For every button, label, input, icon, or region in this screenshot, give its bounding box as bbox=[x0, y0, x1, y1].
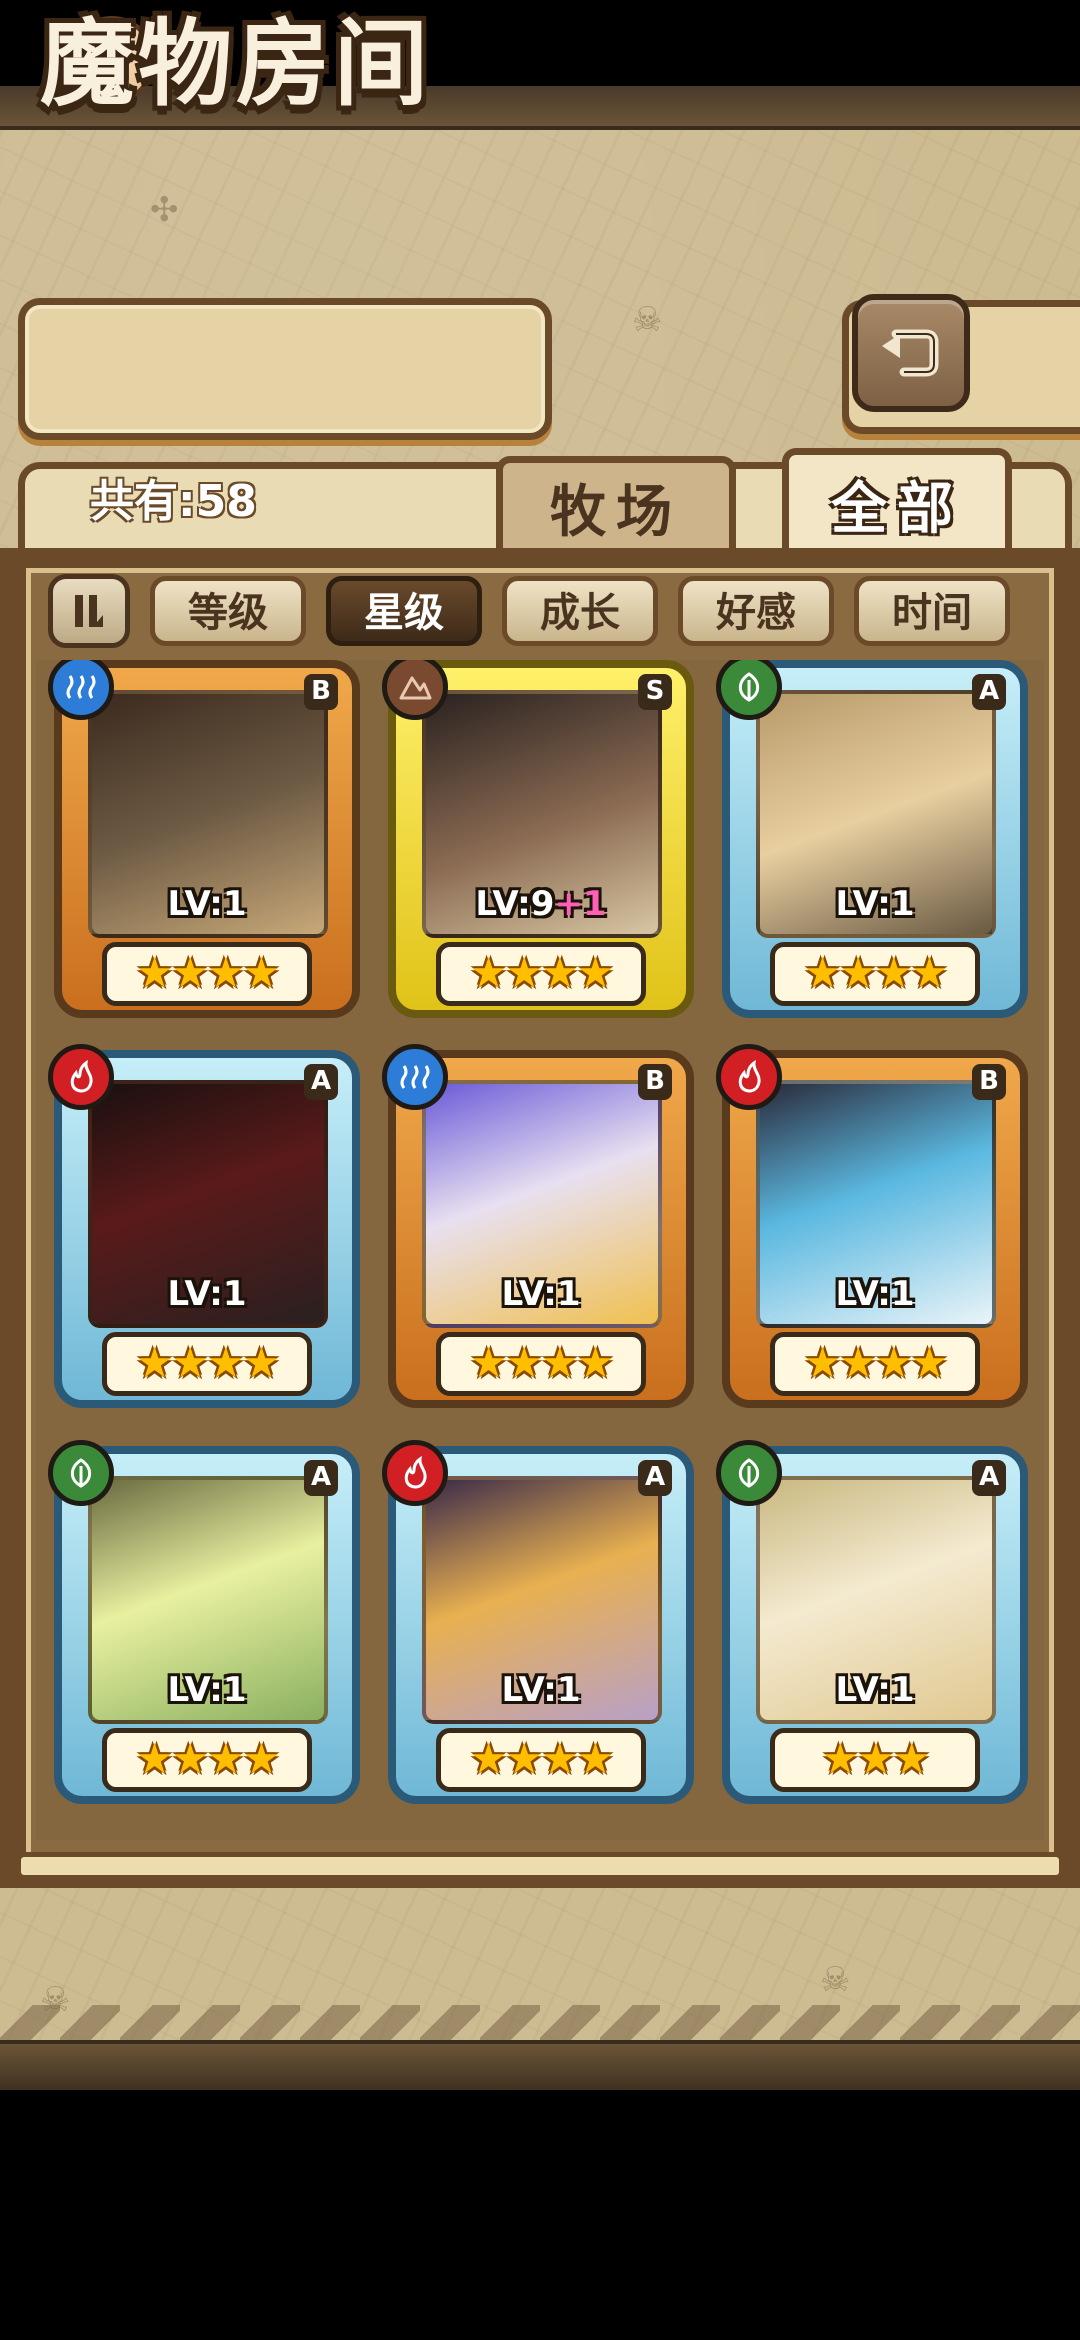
star-rating: ★★★★ bbox=[436, 1728, 646, 1792]
water-element-icon bbox=[382, 1044, 448, 1110]
monster-card[interactable]: A LV:1 ★★★★ bbox=[382, 1440, 694, 1804]
filter-growth-button[interactable]: 成长 bbox=[502, 576, 658, 646]
rank-badge: B bbox=[972, 1064, 1006, 1100]
level-value: LV:1 bbox=[167, 1274, 247, 1314]
filter-level-button[interactable]: 等级 bbox=[150, 576, 306, 646]
rank-badge: A bbox=[638, 1460, 672, 1496]
skull-icon: ☠ bbox=[632, 300, 663, 340]
page-title: 魔物房间 bbox=[40, 9, 433, 119]
monster-grid: B LV:1 ★★★★ S LV:9+1 ★★★★ A LV:1 ★★★★ A … bbox=[36, 660, 1044, 1840]
rank-badge: S bbox=[638, 674, 672, 710]
monster-card[interactable]: A LV:1 ★★★★ bbox=[48, 1044, 360, 1408]
rank-badge: A bbox=[972, 674, 1006, 710]
monster-level: LV:1 bbox=[730, 1274, 1020, 1314]
monster-count: 共有:58 bbox=[90, 476, 257, 527]
rank-badge: A bbox=[972, 1460, 1006, 1496]
star-rating: ★★★★ bbox=[770, 1332, 980, 1396]
level-value: LV:1 bbox=[167, 884, 247, 924]
star-rating: ★★★★ bbox=[102, 1332, 312, 1396]
monster-level: LV:1 bbox=[62, 884, 352, 924]
monster-level: LV:1 bbox=[396, 1274, 686, 1314]
tab-farm[interactable]: 牧场 bbox=[496, 456, 736, 556]
monster-card[interactable]: S LV:9+1 ★★★★ bbox=[382, 660, 694, 1018]
monster-level: LV:1 bbox=[62, 1274, 352, 1314]
level-value: LV:1 bbox=[501, 1274, 581, 1314]
monster-level: LV:1 bbox=[730, 884, 1020, 924]
level-value: LV:1 bbox=[835, 1274, 915, 1314]
rank-badge: A bbox=[304, 1064, 338, 1100]
star-rating: ★★★★ bbox=[436, 1332, 646, 1396]
sort-toggle-icon bbox=[75, 595, 103, 627]
grass-element-icon bbox=[716, 1440, 782, 1506]
tab-all[interactable]: 全部 bbox=[782, 448, 1012, 558]
star-rating: ★★★★ bbox=[102, 1728, 312, 1792]
title-plate bbox=[18, 298, 552, 440]
list-bottom-bar bbox=[16, 1852, 1064, 1880]
level-value: LV:1 bbox=[167, 1670, 247, 1710]
compass-icon: ✣ bbox=[150, 190, 179, 230]
monster-card[interactable]: B LV:1 ★★★★ bbox=[382, 1044, 694, 1408]
level-value: LV:1 bbox=[835, 1670, 915, 1710]
filter-time-button[interactable]: 时间 bbox=[854, 576, 1010, 646]
monster-level: LV:1 bbox=[396, 1670, 686, 1710]
monster-card[interactable]: A LV:1 ★★★★ bbox=[716, 660, 1028, 1018]
star-rating: ★★★★ bbox=[770, 942, 980, 1006]
monster-card[interactable]: A LV:1 ★★★ bbox=[716, 1440, 1028, 1804]
footer-band bbox=[0, 2040, 1080, 2090]
rank-badge: B bbox=[304, 674, 338, 710]
filter-star-button[interactable]: 星级 bbox=[326, 576, 482, 646]
level-value: LV:9 bbox=[475, 884, 555, 924]
level-value: LV:1 bbox=[501, 1670, 581, 1710]
level-bonus: +1 bbox=[554, 884, 607, 924]
sort-filter-bar: 等级 星级 成长 好感 时间 bbox=[48, 572, 1048, 652]
grass-element-icon bbox=[48, 1440, 114, 1506]
monster-level: LV:1 bbox=[730, 1670, 1020, 1710]
fire-element-icon bbox=[48, 1044, 114, 1110]
fire-element-icon bbox=[716, 1044, 782, 1110]
rank-badge: A bbox=[304, 1460, 338, 1496]
star-rating: ★★★★ bbox=[102, 942, 312, 1006]
map-border-decoration bbox=[0, 1935, 1080, 2045]
level-value: LV:1 bbox=[835, 884, 915, 924]
monster-level: LV:1 bbox=[62, 1670, 352, 1710]
star-rating: ★★★★ bbox=[436, 942, 646, 1006]
return-arrow-icon bbox=[882, 329, 939, 377]
sort-order-toggle[interactable] bbox=[48, 574, 130, 648]
filter-affection-button[interactable]: 好感 bbox=[678, 576, 834, 646]
monster-card[interactable]: B LV:1 ★★★★ bbox=[48, 660, 360, 1018]
fire-element-icon bbox=[382, 1440, 448, 1506]
game-screen: ☠ ✣ ☠ ☠ 魔物房间 共有:58 牧场 全部 等级 星级 成 bbox=[0, 0, 1080, 2090]
monster-level: LV:9+1 bbox=[396, 884, 686, 924]
monster-card[interactable]: A LV:1 ★★★★ bbox=[48, 1440, 360, 1804]
monster-card[interactable]: B LV:1 ★★★★ bbox=[716, 1044, 1028, 1408]
back-button[interactable] bbox=[852, 294, 970, 412]
rank-badge: B bbox=[638, 1064, 672, 1100]
star-rating: ★★★ bbox=[770, 1728, 980, 1792]
